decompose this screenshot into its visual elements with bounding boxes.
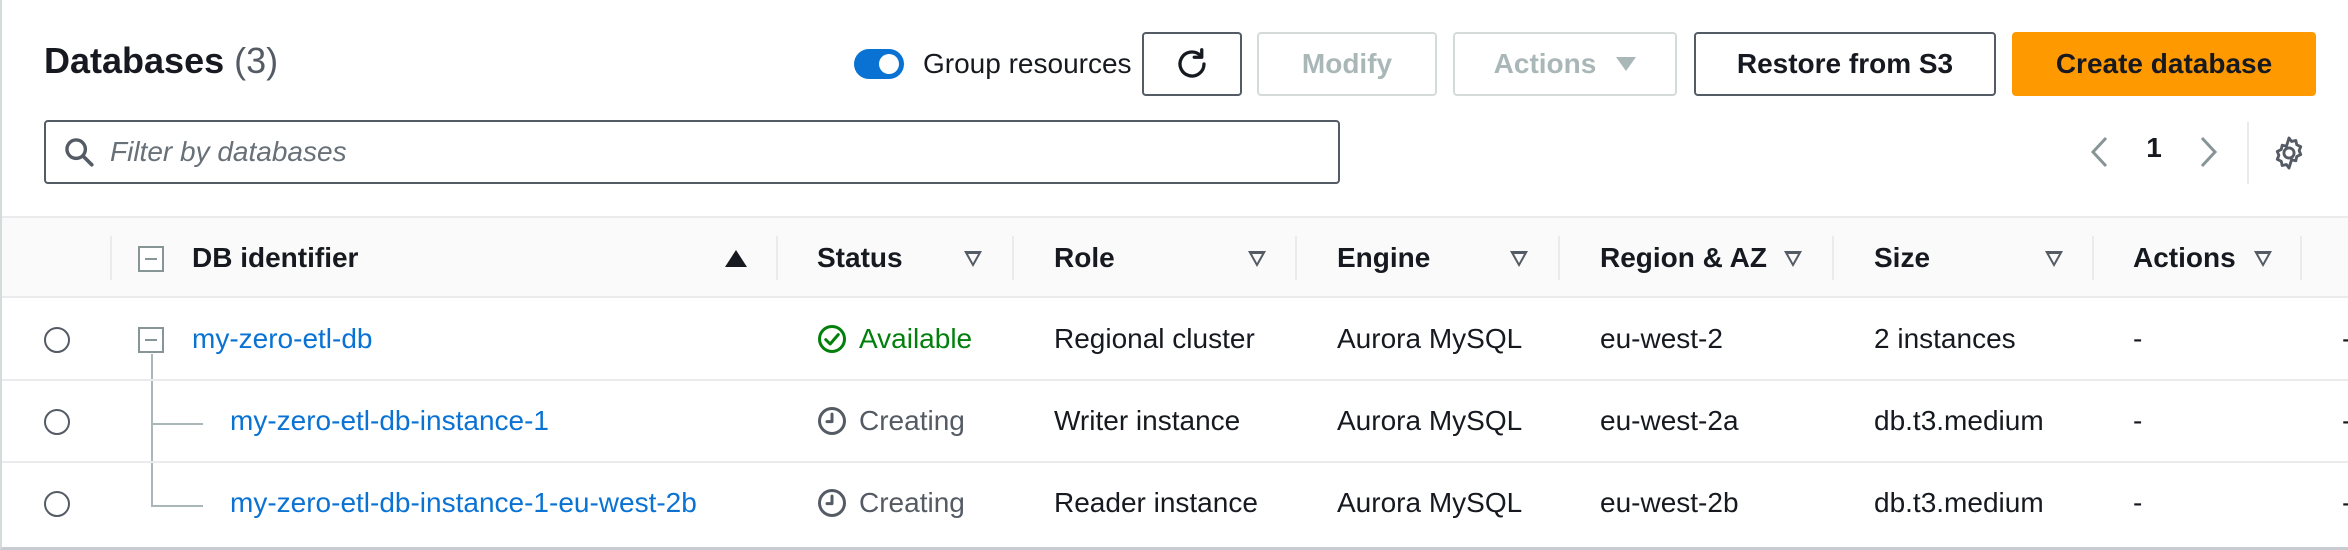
role-cell: Writer instance (1054, 405, 1241, 436)
role-cell: Reader instance (1054, 487, 1258, 518)
column-separator (110, 236, 112, 280)
db-identifier-link[interactable]: my-zero-etl-db (192, 299, 372, 379)
overflow-cell: - (2342, 381, 2348, 461)
overflow-cell: - (2342, 299, 2348, 379)
clock-icon (818, 407, 846, 435)
column-separator (776, 236, 778, 280)
filter-box (44, 120, 1340, 184)
restore-from-s3-button[interactable]: Restore from S3 (1694, 32, 1996, 96)
group-resources-label: Group resources (923, 48, 1132, 79)
size-cell: 2 instances (1874, 323, 2016, 354)
column-label: Status (817, 242, 903, 273)
column-label: Actions (2133, 242, 2236, 273)
region-cell: eu-west-2b (1600, 487, 1739, 518)
check-circle-icon (818, 325, 846, 353)
region-cell: eu-west-2 (1600, 323, 1723, 354)
column-header-region-az[interactable]: Region & AZ (1600, 218, 1767, 298)
column-header-engine[interactable]: Engine (1337, 218, 1430, 298)
caret-down-icon (1616, 57, 1637, 71)
current-page-number[interactable]: 1 (2142, 132, 2166, 164)
sort-icon[interactable] (1784, 251, 1802, 267)
filter-databases-input[interactable] (110, 136, 1210, 168)
sort-icon[interactable] (964, 251, 982, 267)
actions-cell: - (2133, 405, 2143, 436)
databases-panel: Databases (3) Group resources Modify Act… (0, 0, 2348, 550)
group-resources-control: Group resources (854, 46, 1132, 82)
table-row[interactable]: my-zero-etl-db-instance-1 Creating Write… (2, 381, 2348, 463)
sort-icon[interactable] (1510, 251, 1528, 267)
status-text: Creating (859, 405, 965, 436)
row-select-radio[interactable] (44, 491, 70, 517)
collapse-group-icon[interactable] (138, 327, 164, 353)
column-label: Role (1054, 242, 1115, 273)
column-header-size[interactable]: Size (1874, 218, 1930, 298)
actions-dropdown-button[interactable]: Actions (1453, 32, 1677, 96)
engine-cell: Aurora MySQL (1337, 487, 1523, 518)
column-separator (1295, 236, 1297, 280)
previous-page-icon[interactable] (2084, 130, 2114, 174)
overflow-cell: - (2342, 463, 2348, 543)
table-row[interactable]: my-zero-etl-db Available Regional cluste… (2, 299, 2348, 381)
create-database-button[interactable]: Create database (2012, 32, 2316, 96)
role-cell: Regional cluster (1054, 323, 1255, 354)
column-separator (1832, 236, 1834, 280)
sort-icon[interactable] (2045, 251, 2063, 267)
column-separator (1012, 236, 1014, 280)
search-icon (65, 138, 94, 167)
column-header-actions[interactable]: Actions (2133, 218, 2236, 298)
actions-cell: - (2133, 487, 2143, 518)
refresh-icon (1178, 48, 1206, 78)
status-cell: Creating (817, 381, 965, 461)
region-cell: eu-west-2a (1600, 405, 1739, 436)
status-cell: Creating (817, 463, 965, 543)
pager-divider (2247, 122, 2249, 184)
group-resources-toggle[interactable] (854, 49, 904, 79)
engine-cell: Aurora MySQL (1337, 323, 1523, 354)
engine-cell: Aurora MySQL (1337, 405, 1523, 436)
column-separator (2300, 236, 2302, 280)
collapse-all-icon[interactable] (138, 246, 164, 272)
actions-button-label: Actions (1493, 48, 1597, 79)
column-label: Size (1874, 242, 1931, 273)
actions-cell: - (2133, 323, 2143, 354)
status-text: Creating (859, 487, 965, 518)
table-row[interactable]: my-zero-etl-db-instance-1-eu-west-2b Cre… (2, 463, 2348, 545)
next-page-icon[interactable] (2194, 130, 2224, 174)
refresh-button[interactable] (1142, 32, 1242, 96)
db-identifier-link[interactable]: my-zero-etl-db-instance-1-eu-west-2b (230, 463, 697, 543)
status-cell: Available (817, 299, 972, 379)
db-identifier-link[interactable]: my-zero-etl-db-instance-1 (230, 381, 549, 461)
column-separator (1558, 236, 1560, 280)
sort-ascending-icon[interactable] (725, 250, 747, 267)
column-header-status[interactable]: Status (817, 218, 903, 298)
status-text: Available (859, 323, 973, 354)
column-label: Region & AZ (1600, 242, 1767, 273)
column-header-db-identifier[interactable]: DB identifier (192, 218, 358, 298)
modify-button[interactable]: Modify (1257, 32, 1437, 96)
title-text: Databases (44, 40, 225, 81)
column-header-role[interactable]: Role (1054, 218, 1115, 298)
table-header: DB identifier Status Role Engine Region … (2, 216, 2348, 298)
toggle-knob (879, 54, 899, 74)
row-select-radio[interactable] (44, 327, 70, 353)
page-title: Databases (3) (44, 40, 278, 82)
column-label: DB identifier (192, 242, 359, 273)
sort-icon[interactable] (2254, 251, 2272, 267)
size-cell: db.t3.medium (1874, 405, 2044, 436)
size-cell: db.t3.medium (1874, 487, 2044, 518)
column-separator (2092, 236, 2094, 280)
clock-icon (818, 489, 846, 517)
gear-icon[interactable] (2270, 134, 2308, 172)
database-count: (3) (234, 40, 279, 81)
row-select-radio[interactable] (44, 409, 70, 435)
column-label: Engine (1337, 242, 1431, 273)
sort-icon[interactable] (1248, 251, 1266, 267)
